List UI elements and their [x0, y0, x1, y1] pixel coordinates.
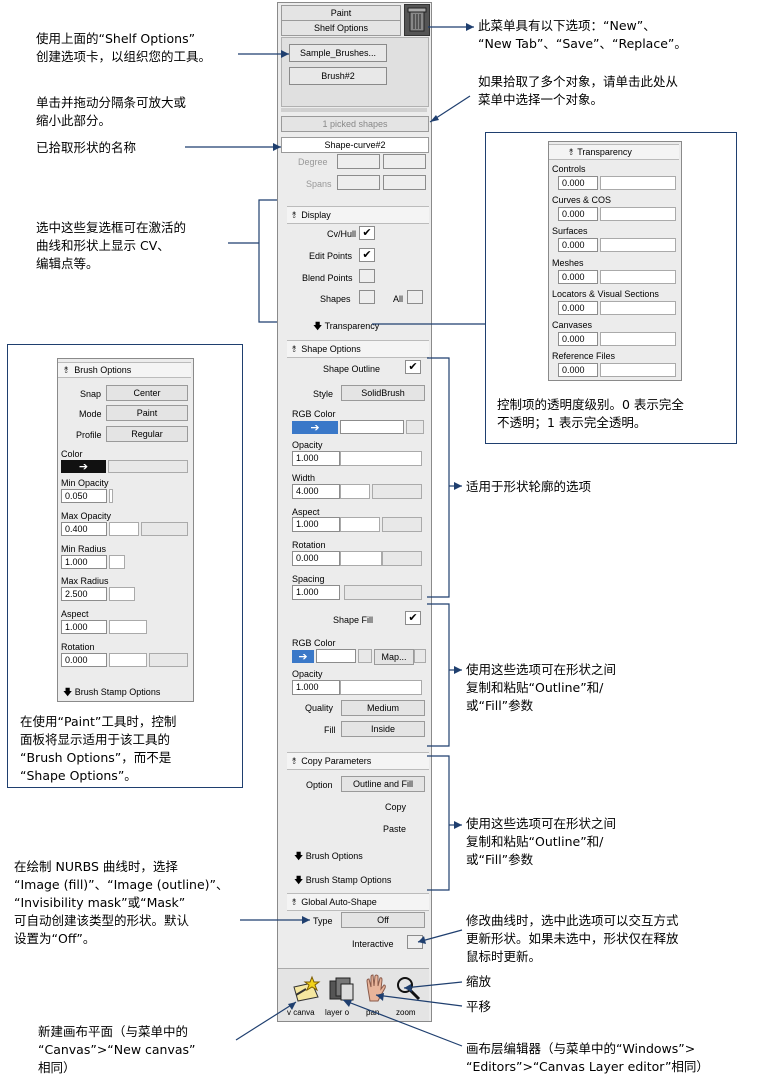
- leader-lines: [185, 23, 485, 1047]
